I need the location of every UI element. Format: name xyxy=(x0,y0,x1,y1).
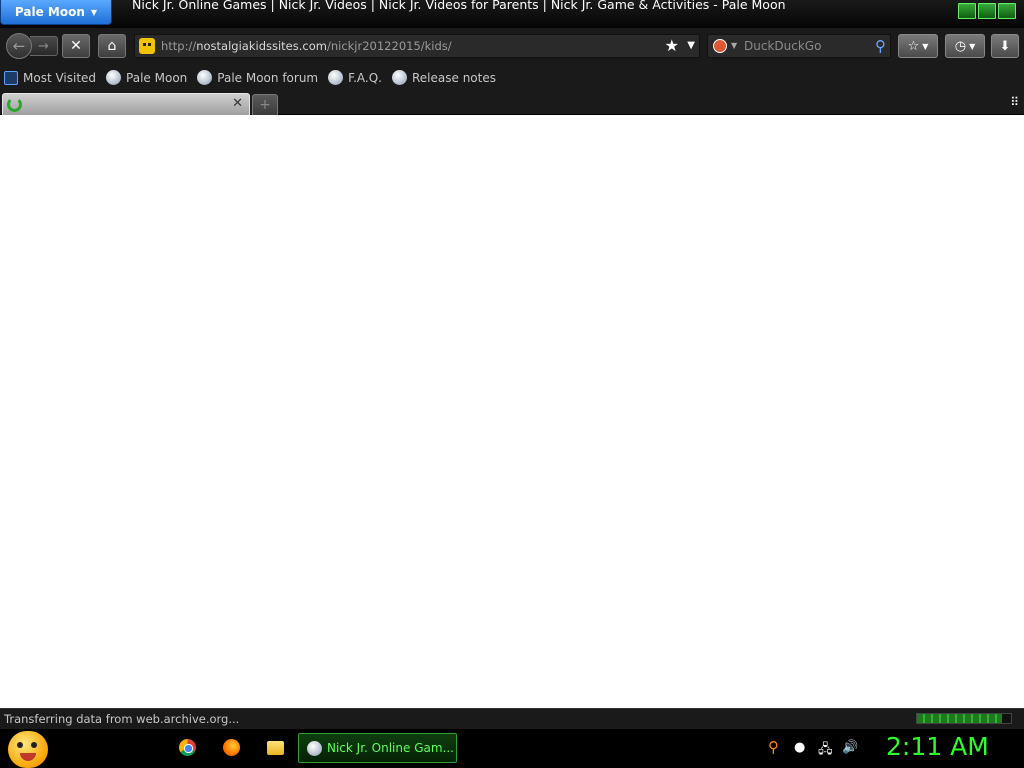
tab-bar: ✕ + ⠿ xyxy=(0,91,1024,115)
window-title: Nick Jr. Online Games | Nick Jr. Videos … xyxy=(132,0,786,12)
taskbar: Nick Jr. Online Gam... ⚲ ● 🖧 🔊 2:11 AM xyxy=(0,729,1024,768)
globe-icon xyxy=(328,70,344,85)
bookmark-label: Pale Moon xyxy=(126,70,188,85)
bookmark-most-visited[interactable]: Most Visited xyxy=(4,70,97,85)
bookmarks-toolbar: Most Visited Pale Moon Pale Moon forum F… xyxy=(0,64,1024,91)
bookmarks-icon: ☆ xyxy=(907,38,920,54)
network-icon[interactable]: 🖧 xyxy=(818,740,833,762)
bookmark-label: Release notes xyxy=(412,70,496,85)
bookmark-faq[interactable]: F.A.Q. xyxy=(328,70,382,85)
forward-button[interactable]: → xyxy=(30,36,58,56)
stop-button[interactable]: ✕ xyxy=(62,34,90,58)
duckduckgo-icon[interactable] xyxy=(713,39,727,53)
bookmark-label: Pale Moon forum xyxy=(217,70,319,85)
close-icon: ✕ xyxy=(70,38,82,54)
bookmark-label: Most Visited xyxy=(23,70,97,85)
folder-icon[interactable] xyxy=(267,741,284,755)
maximize-button[interactable] xyxy=(978,3,996,19)
status-text: Transferring data from web.archive.org..… xyxy=(4,712,240,726)
arrow-right-icon: → xyxy=(38,38,49,54)
chevron-down-icon: ▼ xyxy=(922,41,929,51)
url-host: nostalgiakidssites.com xyxy=(196,39,327,53)
bookmark-star-icon[interactable]: ★ xyxy=(665,36,679,55)
chevron-down-icon: ▼ xyxy=(969,41,976,51)
home-icon: ⌂ xyxy=(107,38,117,54)
browser-window: Pale Moon ▼ Nick Jr. Online Games | Nick… xyxy=(0,0,1024,768)
tray-app-icon[interactable]: ● xyxy=(794,740,805,755)
home-button[interactable]: ⌂ xyxy=(98,34,126,58)
load-progress-bar xyxy=(916,713,1012,724)
url-path: /nickjr20122015/kids/ xyxy=(326,39,452,53)
bookmark-release-notes[interactable]: Release notes xyxy=(392,70,496,85)
close-tab-icon[interactable]: ✕ xyxy=(232,96,243,111)
history-button[interactable]: ◷ ▼ xyxy=(945,34,985,58)
chevron-down-icon: ▼ xyxy=(90,7,98,17)
start-button[interactable] xyxy=(8,731,48,768)
globe-icon xyxy=(392,70,407,85)
search-icon[interactable]: ⚲ xyxy=(875,37,886,55)
url-prefix: http:// xyxy=(161,39,197,53)
volume-icon[interactable]: 🔊 xyxy=(842,740,858,755)
url-text[interactable]: http://nostalgiakidssites.com/nickjr2012… xyxy=(161,39,452,53)
globe-icon xyxy=(106,70,122,85)
taskbar-item-pale-moon[interactable]: Nick Jr. Online Gam... xyxy=(298,733,457,763)
downloads-button[interactable]: ⬇ xyxy=(991,34,1019,58)
bookmark-pale-moon-forum[interactable]: Pale Moon forum xyxy=(197,70,318,85)
tab-active[interactable]: ✕ xyxy=(2,93,250,115)
url-bar[interactable]: http://nostalgiakidssites.com/nickjr2012… xyxy=(134,34,700,58)
download-arrow-icon: ⬇ xyxy=(999,38,1011,54)
close-window-button[interactable] xyxy=(998,3,1016,19)
globe-icon xyxy=(197,70,213,85)
new-tab-button[interactable]: + xyxy=(252,94,278,115)
app-menu-label: Pale Moon xyxy=(14,5,85,19)
minimize-button[interactable] xyxy=(958,3,976,19)
arrow-left-icon: ← xyxy=(12,37,26,55)
window-controls xyxy=(958,3,1016,19)
search-input[interactable]: DuckDuckGo xyxy=(744,39,821,53)
bookmark-pale-moon[interactable]: Pale Moon xyxy=(106,70,187,85)
navigation-toolbar: → ← ✕ ⌂ http://nostalgiakidssites.com/ni… xyxy=(0,28,1024,64)
bookmarks-menu-button[interactable]: ☆ ▼ xyxy=(898,34,938,58)
search-icon[interactable]: ⚲ xyxy=(768,738,779,756)
bookmark-label: F.A.Q. xyxy=(348,70,382,85)
tab-list-icon[interactable]: ⠿ xyxy=(1010,95,1019,109)
taskbar-item-label: Nick Jr. Online Gam... xyxy=(327,741,454,755)
search-bar[interactable]: ▼ DuckDuckGo ⚲ xyxy=(707,34,891,58)
page-content[interactable] xyxy=(0,115,1024,708)
url-dropdown-icon[interactable]: ▼ xyxy=(687,40,695,51)
globe-icon xyxy=(307,740,322,756)
firefox-icon[interactable] xyxy=(223,739,240,756)
clock-icon: ◷ xyxy=(954,38,967,54)
clock[interactable]: 2:11 AM xyxy=(886,732,989,761)
app-menu-button[interactable]: Pale Moon ▼ xyxy=(0,0,112,25)
search-engine-dropdown-icon[interactable]: ▼ xyxy=(731,41,737,50)
back-button[interactable]: ← xyxy=(6,33,32,59)
plus-icon: + xyxy=(259,97,271,113)
chrome-icon[interactable] xyxy=(179,739,196,756)
most-visited-icon xyxy=(4,70,18,85)
back-forward-group: → ← xyxy=(6,33,58,59)
title-bar: Pale Moon ▼ Nick Jr. Online Games | Nick… xyxy=(0,0,1024,28)
site-favicon-icon xyxy=(139,38,155,54)
loading-spinner-icon xyxy=(7,97,22,112)
load-progress-fill xyxy=(917,714,1002,723)
status-bar: Transferring data from web.archive.org..… xyxy=(0,708,1024,729)
